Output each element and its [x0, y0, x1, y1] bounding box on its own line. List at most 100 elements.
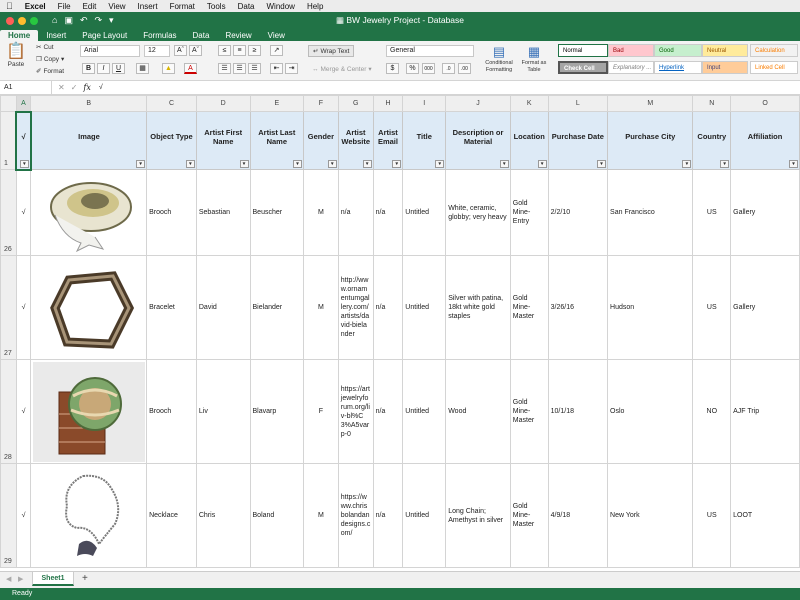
filter-dropdown-icon[interactable]: ▾ — [19, 159, 29, 168]
cell-object-type[interactable]: Bracelet — [146, 255, 197, 360]
cell-purchase-city[interactable]: Hudson — [607, 255, 694, 360]
copy-button[interactable]: ❐ Copy ▾ — [36, 55, 64, 64]
fill-color-icon[interactable]: ▲ — [162, 63, 175, 74]
filter-dropdown-icon[interactable]: ▾ — [239, 160, 249, 168]
currency-icon[interactable]: $ — [386, 63, 399, 74]
menu-data[interactable]: Data — [232, 2, 261, 11]
cell-style-good[interactable]: Good — [654, 44, 702, 57]
cell-country[interactable]: US — [692, 169, 732, 256]
align-top-icon[interactable]: ≤ — [218, 45, 231, 56]
menu-help[interactable]: Help — [301, 2, 329, 11]
cell-style-hyperlink[interactable]: Hyperlink — [654, 61, 702, 74]
tab-data[interactable]: Data — [185, 30, 218, 41]
comma-style-icon[interactable]: 000 — [422, 63, 435, 74]
font-name-select[interactable]: Arial — [80, 45, 140, 57]
apple-icon[interactable]:  — [0, 1, 19, 11]
menu-file[interactable]: File — [52, 2, 77, 11]
cell-gender[interactable]: M — [303, 463, 339, 568]
cell-email[interactable]: n/a — [372, 463, 404, 568]
necklace-image[interactable] — [32, 465, 146, 567]
header-location[interactable]: Location ▾ — [509, 111, 549, 170]
align-bottom-icon[interactable]: ≥ — [248, 45, 261, 56]
cell-affiliation[interactable]: AJF Trip — [730, 359, 800, 464]
menu-window[interactable]: Window — [261, 2, 301, 11]
filter-dropdown-icon[interactable]: ▾ — [185, 160, 195, 168]
menu-edit[interactable]: Edit — [77, 2, 103, 11]
font-size-select[interactable]: 12 — [144, 45, 170, 57]
function-icon[interactable]: fx — [83, 83, 90, 92]
column-header-h[interactable]: H — [372, 95, 404, 112]
sheet-tab-sheet1[interactable]: Sheet1 — [32, 572, 74, 586]
cell-title[interactable]: Untitled — [402, 359, 447, 464]
cell-artist-first[interactable]: Chris — [195, 463, 251, 568]
cell-object-type[interactable]: Brooch — [146, 359, 197, 464]
cell-email[interactable]: n/a — [372, 169, 404, 256]
cell-website[interactable]: https://www.chrisbolandandesigns.com/ — [337, 463, 374, 568]
cell-object-type[interactable]: Brooch — [146, 169, 197, 256]
tab-view[interactable]: View — [260, 30, 293, 41]
select-all-corner[interactable] — [0, 95, 17, 112]
column-header-i[interactable]: I — [402, 95, 447, 112]
column-header-m[interactable]: M — [607, 95, 694, 112]
prev-sheet-icon[interactable]: ◀ — [6, 575, 11, 583]
cell-title[interactable]: Untitled — [402, 255, 447, 360]
cell-purchase-city[interactable]: San Francisco — [607, 169, 694, 256]
row-header-1[interactable]: 1 — [0, 111, 17, 170]
header-artist-first[interactable]: Artist First Name ▾ — [195, 111, 251, 170]
orientation-icon[interactable]: ↗ — [270, 45, 283, 56]
cell-country[interactable]: US — [692, 463, 732, 568]
column-header-f[interactable]: F — [303, 95, 339, 112]
cell-website[interactable]: http://www.ornamentumgallery.com/artists… — [337, 255, 374, 360]
column-header-n[interactable]: N — [692, 95, 732, 112]
menu-tools[interactable]: Tools — [201, 2, 232, 11]
filter-dropdown-icon[interactable]: ▾ — [136, 160, 146, 168]
filter-dropdown-icon[interactable]: ▾ — [499, 160, 509, 168]
cell-image[interactable] — [30, 255, 148, 360]
column-header-c[interactable]: C — [146, 95, 197, 112]
cell-location[interactable]: Gold Mine-Entry — [509, 169, 549, 256]
filter-dropdown-icon[interactable]: ▾ — [392, 160, 402, 168]
increase-decimal-icon[interactable]: .0 — [442, 63, 455, 74]
align-middle-icon[interactable]: ≡ — [233, 45, 246, 56]
format-as-table-button[interactable]: ▦ Format as Table — [520, 44, 548, 74]
decrease-decimal-icon[interactable]: .00 — [458, 63, 471, 74]
cell-artist-last[interactable]: Bielander — [249, 255, 305, 360]
cell-description[interactable]: Long Chain; Amethyst in silver — [445, 463, 511, 568]
borders-icon[interactable]: ▦ — [136, 63, 149, 74]
align-center-icon[interactable]: ☰ — [233, 63, 246, 74]
cell-location[interactable]: Gold Mine-Master — [509, 359, 549, 464]
cell-check[interactable]: √ — [15, 463, 32, 568]
header-image[interactable]: Image ▾ — [30, 111, 148, 170]
cell-purchase-city[interactable]: New York — [607, 463, 694, 568]
cell-image[interactable] — [30, 463, 148, 568]
column-header-j[interactable]: J — [445, 95, 511, 112]
cell-website[interactable]: n/a — [337, 169, 374, 256]
align-left-icon[interactable]: ☰ — [218, 63, 231, 74]
filter-dropdown-icon[interactable]: ▾ — [789, 160, 798, 168]
cell-style-calculation[interactable]: Calculation — [750, 44, 798, 57]
header-title[interactable]: Title ▾ — [402, 111, 447, 170]
header-purchase-city[interactable]: Purchase City ▾ — [607, 111, 694, 170]
filter-dropdown-icon[interactable]: ▾ — [682, 160, 692, 168]
conditional-formatting-button[interactable]: ▤ Conditional Formatting — [482, 44, 516, 74]
header-website[interactable]: Artist Website ▾ — [337, 111, 374, 170]
cell-style-neutral[interactable]: Neutral — [702, 44, 748, 57]
grow-font-icon[interactable]: Aˆ — [174, 45, 187, 56]
italic-button[interactable]: I — [97, 63, 110, 74]
menu-format[interactable]: Format — [164, 2, 201, 11]
add-sheet-icon[interactable]: + — [82, 573, 88, 584]
bracelet-image[interactable] — [32, 257, 146, 359]
cell-purchase-date[interactable]: 4/9/18 — [547, 463, 609, 568]
cell-artist-first[interactable]: David — [195, 255, 251, 360]
cell-country[interactable]: NO — [692, 359, 732, 464]
header-object-type[interactable]: Object Type ▾ — [146, 111, 197, 170]
header-email[interactable]: Artist Email ▾ — [372, 111, 404, 170]
cell-website[interactable]: https://artjewelryforum.org/liv-bl%C3%A5… — [337, 359, 374, 464]
filter-dropdown-icon[interactable]: ▾ — [537, 160, 547, 168]
cell-affiliation[interactable]: Gallery — [730, 169, 800, 256]
cell-purchase-city[interactable]: Oslo — [607, 359, 694, 464]
cell-title[interactable]: Untitled — [402, 463, 447, 568]
column-header-l[interactable]: L — [547, 95, 609, 112]
paste-button[interactable]: 📋 Paste — [6, 44, 26, 69]
app-menu[interactable]: Excel — [19, 2, 52, 11]
